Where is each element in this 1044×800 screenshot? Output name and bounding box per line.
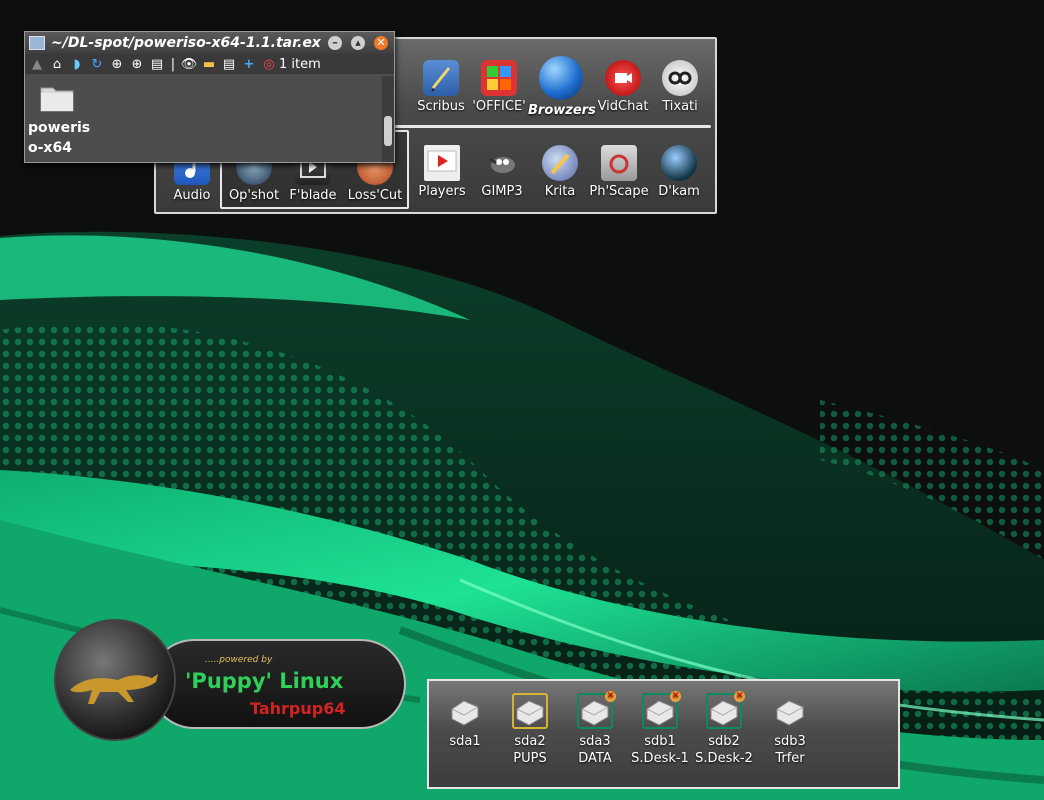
scrollbar-thumb[interactable]	[384, 116, 392, 146]
launcher-app-tixati[interactable]: Tixati	[647, 60, 713, 114]
maximize-button[interactable]: ▴	[351, 36, 365, 50]
puppy-linux-badge: .....powered by 'Puppy' Linux Tahrpup64	[54, 619, 406, 741]
back-icon[interactable]: ◗	[69, 56, 85, 72]
drive-name: sdb2	[708, 734, 740, 749]
file-list-area: poweris o-x64	[25, 76, 382, 162]
folder-item-name-line1: poweris	[28, 120, 91, 136]
window-title: ~/DL-spot/poweriso-x64-1.1.tar.ex	[51, 35, 321, 51]
drive-sda3[interactable]: ✕ sda3 DATA	[564, 691, 626, 767]
launcher-app-digikam[interactable]: D'kam	[646, 145, 712, 199]
window-titlebar[interactable]: ~/DL-spot/poweriso-x64-1.1.tar.ex – ▴ ✕	[25, 32, 394, 54]
tixati-icon	[662, 60, 698, 96]
unmount-icon[interactable]: ✕	[734, 691, 745, 702]
drive-label: S.Desk-1	[631, 751, 689, 766]
app-label: Loss'Cut	[347, 188, 403, 203]
drive-sdb1[interactable]: ✕ sdb1 S.Desk-1	[629, 691, 691, 767]
drive-mounted-frame	[512, 693, 548, 729]
launcher-app-krita[interactable]: Krita	[527, 145, 593, 199]
hard-drive-icon	[448, 695, 482, 729]
file-manager-window: ~/DL-spot/poweriso-x64-1.1.tar.ex – ▴ ✕ …	[24, 31, 395, 163]
folder-window-icon	[29, 36, 45, 50]
app-label: F'blade	[289, 188, 337, 203]
add-icon[interactable]: +	[241, 56, 257, 72]
unmount-icon[interactable]: ✕	[670, 691, 681, 702]
app-label: GIMP3	[481, 184, 523, 199]
vertical-scrollbar[interactable]	[382, 76, 394, 162]
launcher-app-office[interactable]: 'OFFICE'	[466, 60, 532, 114]
drive-name: sdb1	[644, 734, 676, 749]
digikam-icon	[661, 145, 697, 181]
zoom-in-icon[interactable]: ⊕	[109, 56, 125, 72]
office-icon	[481, 60, 517, 96]
drive-label: Trfer	[775, 751, 805, 766]
drive-sda1[interactable]: sda1	[434, 695, 496, 750]
drive-sda2[interactable]: sda2 PUPS	[499, 693, 561, 767]
badge-powered-by: .....powered by	[205, 655, 273, 665]
app-label: Browzers	[528, 103, 596, 118]
drive-sdb2[interactable]: ✕ sdb2 S.Desk-2	[693, 691, 755, 767]
hard-drive-icon: ✕	[642, 691, 681, 729]
folder-icon[interactable]: ▬	[201, 56, 217, 72]
close-button[interactable]: ✕	[374, 36, 388, 50]
drive-name: sdb3	[774, 734, 806, 749]
photoscape-icon	[601, 145, 637, 181]
folder-item-name-line2: o-x64	[28, 140, 72, 156]
document-icon[interactable]: ▤	[221, 56, 237, 72]
app-label: Op'shot	[228, 188, 280, 203]
unmount-icon[interactable]: ✕	[605, 691, 616, 702]
drive-icons-dock: sda1 sda2 PUPS ✕ sda3 DATA ✕ sdb1 S.Desk…	[427, 679, 900, 789]
krita-icon	[542, 145, 578, 181]
launcher-app-photoscape[interactable]: Ph'Scape	[586, 145, 652, 199]
eye-icon[interactable]: 👁	[181, 56, 198, 72]
badge-title: 'Puppy' Linux	[185, 669, 344, 693]
drive-name: sda2	[514, 734, 546, 749]
hard-drive-icon: ✕	[577, 691, 616, 729]
up-arrow-icon[interactable]: ▲	[29, 56, 45, 72]
players-icon	[424, 145, 460, 181]
badge-subtitle: Tahrpup64	[250, 699, 346, 718]
launcher-app-gimp[interactable]: GIMP3	[469, 145, 535, 199]
drive-label: PUPS	[513, 751, 547, 766]
launcher-app-players[interactable]: Players	[409, 145, 475, 199]
drive-name: sda1	[449, 734, 481, 749]
hard-drive-icon	[512, 693, 548, 729]
launcher-app-scribus[interactable]: Scribus	[408, 60, 474, 114]
app-label: Audio	[173, 188, 211, 203]
refresh-icon[interactable]: ↻	[89, 56, 105, 72]
app-label: Scribus	[417, 99, 465, 114]
folder-item[interactable]: poweris o-x64	[28, 84, 92, 158]
app-label: Tixati	[662, 99, 698, 114]
globe-icon	[539, 56, 583, 100]
drive-sdb3[interactable]: sdb3 Trfer	[759, 695, 821, 767]
file-manager-toolbar: ▲ ⌂ ◗ ↻ ⊕ ⊕ ▤ | 👁 ▬ ▤ + ◎ 1 item	[25, 54, 394, 74]
app-label: Ph'Scape	[589, 184, 649, 199]
app-label: D'kam	[658, 184, 700, 199]
gimp-icon	[484, 145, 520, 181]
list-view-icon[interactable]: ▤	[149, 56, 165, 72]
app-label: Krita	[544, 184, 576, 199]
app-label: Players	[418, 184, 466, 199]
app-label: 'OFFICE'	[472, 99, 526, 114]
folder-item-icon	[40, 87, 74, 112]
help-lifebuoy-icon[interactable]: ◎	[261, 56, 277, 72]
drive-name: sda3	[579, 734, 611, 749]
scribus-icon	[423, 60, 459, 96]
item-count: 1 item	[279, 56, 321, 72]
launcher-app-browsers[interactable]: Browzers	[528, 56, 596, 118]
zoom-out-icon[interactable]: ⊕	[129, 56, 145, 72]
toolbar-separator: |	[170, 56, 176, 72]
hard-drive-icon	[773, 695, 807, 729]
drive-label: S.Desk-2	[695, 751, 753, 766]
minimize-button[interactable]: –	[328, 36, 342, 50]
home-icon[interactable]: ⌂	[49, 56, 65, 72]
drive-label: DATA	[578, 751, 612, 766]
hard-drive-icon: ✕	[706, 691, 745, 729]
vidchat-icon	[605, 60, 641, 96]
